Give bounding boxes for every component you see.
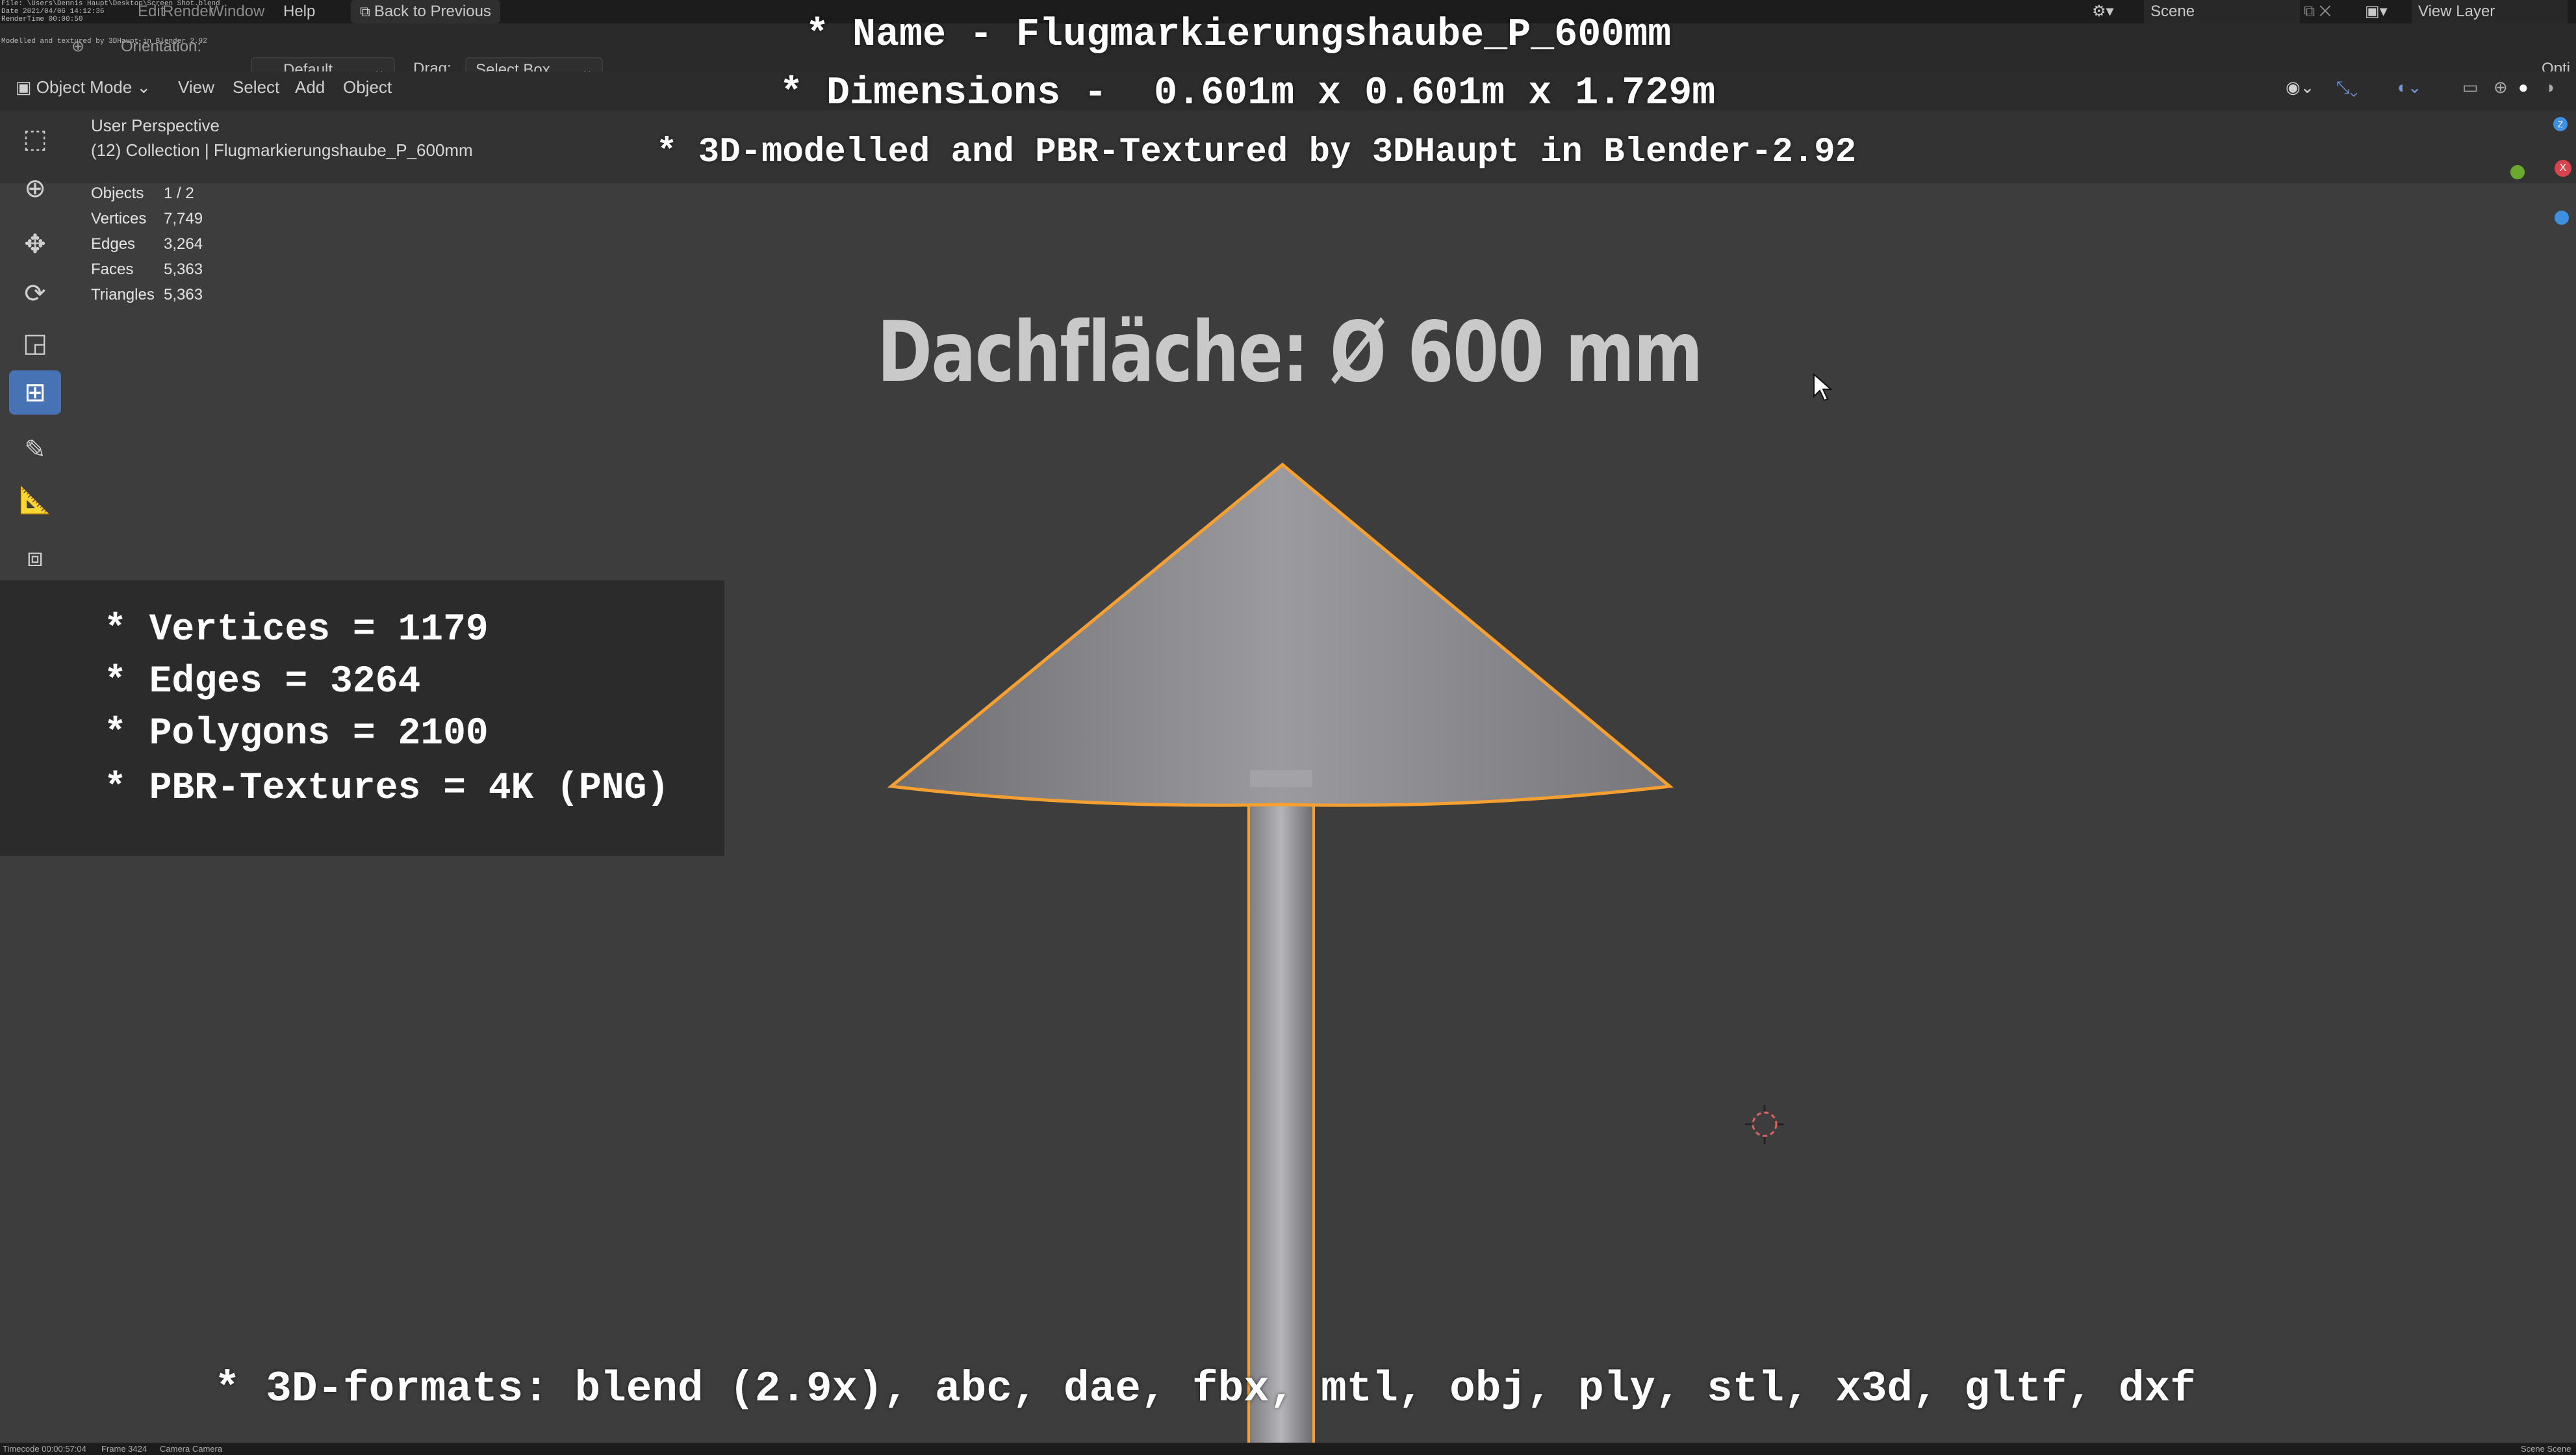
info-textures: * PBR-Textures = 4K (PNG)	[104, 767, 670, 810]
status-bar: Timecode 00:00:57:04 Frame 3424 Camera C…	[0, 1443, 2576, 1455]
info-polygons: * Polygons = 2100	[104, 713, 489, 755]
overlay-credits-line: * 3D-modelled and PBR-Textured by 3DHaup…	[656, 133, 1857, 172]
status-camera: Camera Camera	[160, 1444, 223, 1454]
cone-shape	[887, 462, 1674, 807]
overlay-name-line: * Name - Flugmarkierungshaube_P_600mm	[806, 13, 1672, 57]
3d-cursor-icon	[1745, 1105, 1784, 1144]
info-vertices: * Vertices = 1179	[104, 609, 489, 651]
overlay-formats-line: * 3D-formats: blend (2.9x), abc, dae, fb…	[214, 1365, 2196, 1413]
pole-shape	[1247, 772, 1315, 1455]
dimension-annotation: Dachfläche: Ø 600 mm	[877, 304, 1703, 401]
mesh-info-panel: * Vertices = 1179 * Edges = 3264 * Polyg…	[0, 580, 724, 856]
info-edges: * Edges = 3264	[104, 661, 421, 703]
pole-collar	[1250, 770, 1312, 787]
status-frame: Frame 3424	[101, 1444, 147, 1454]
mouse-pointer-icon	[1813, 373, 1832, 402]
status-timecode: Timecode 00:00:57:04	[3, 1444, 86, 1454]
status-scene: Scene Scene	[2521, 1444, 2571, 1454]
overlay-dimensions-line: * Dimensions - 0.601m x 0.601m x 1.729m	[780, 71, 1716, 116]
